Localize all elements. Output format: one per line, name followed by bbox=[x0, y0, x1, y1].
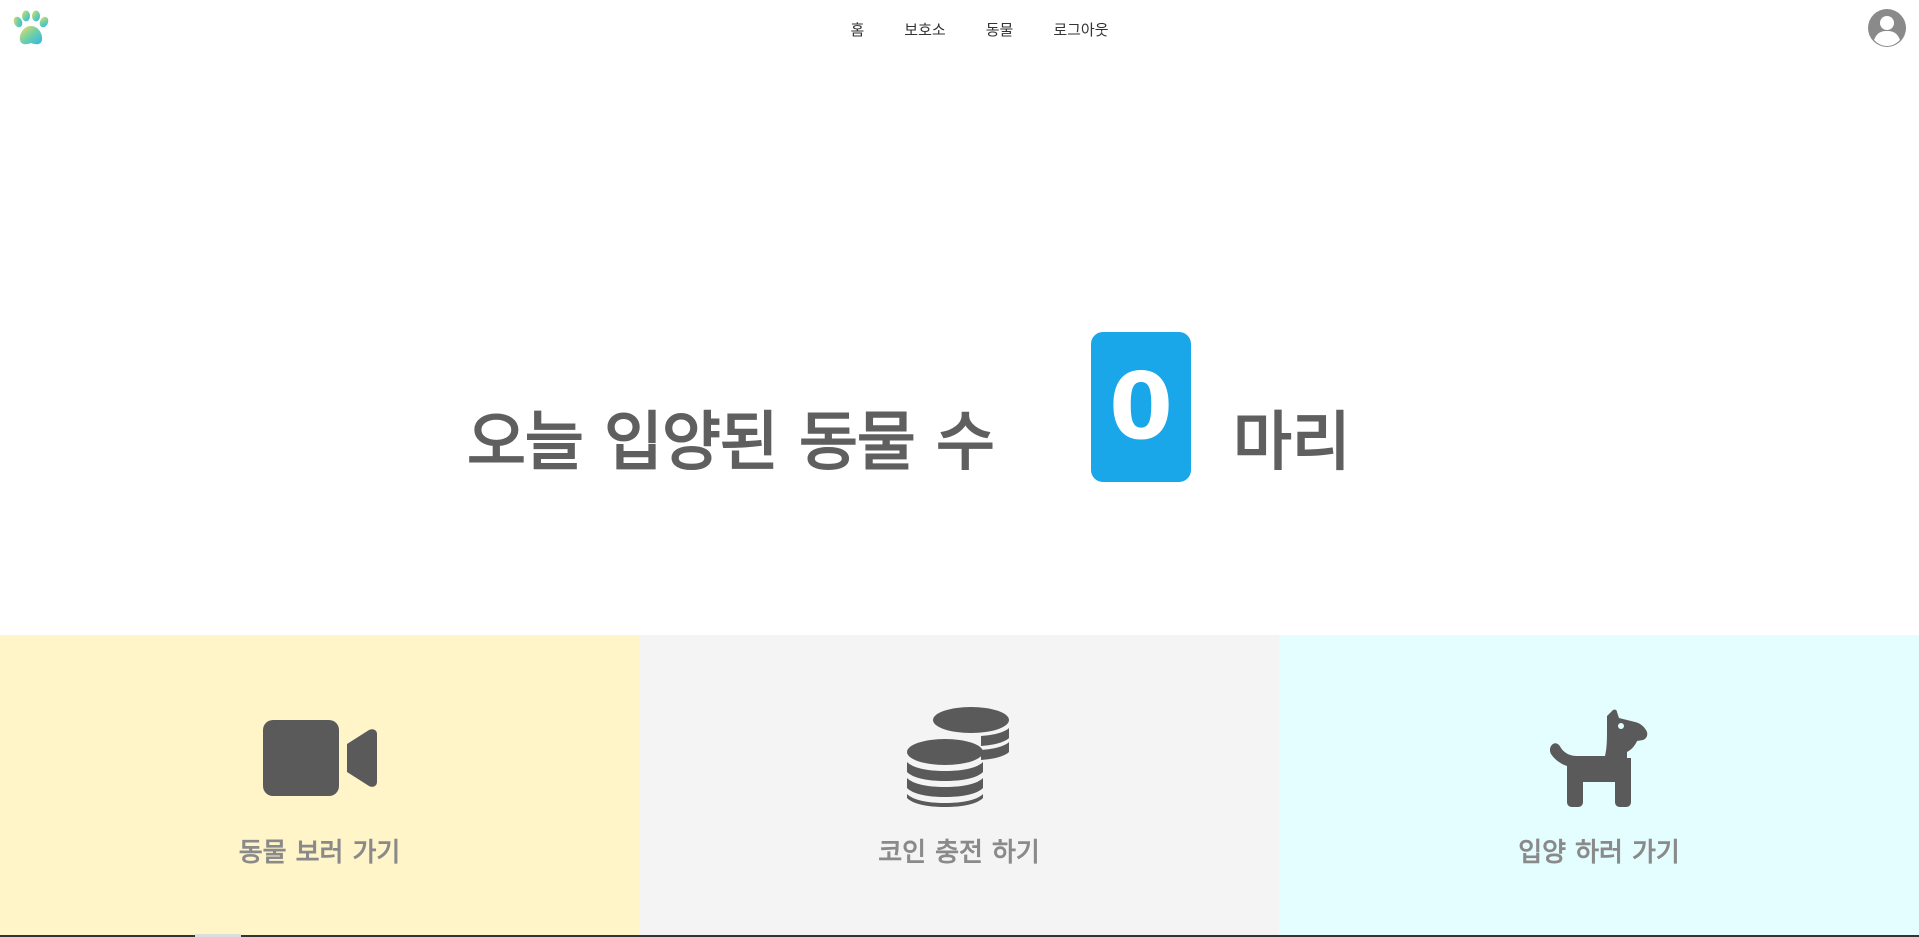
video-camera-icon bbox=[260, 705, 380, 810]
adoption-counter-box: 0 bbox=[1091, 332, 1191, 482]
paw-icon[interactable] bbox=[10, 8, 52, 50]
nav-item-shelter[interactable]: 보호소 bbox=[884, 17, 965, 43]
adoption-count-unit: 마리 bbox=[1233, 406, 1351, 480]
nav-item-logout[interactable]: 로그아웃 bbox=[1033, 17, 1128, 43]
top-navbar: 홈 보호소 동물 로그아웃 bbox=[0, 0, 1919, 58]
go-adopt-label: 입양 하러 가기 bbox=[1518, 838, 1680, 868]
adoption-count-label: 오늘 입양된 동물 수 bbox=[467, 406, 995, 480]
dog-icon bbox=[1539, 705, 1659, 810]
adoption-stat-hero: 오늘 입양된 동물 수 0 마리 bbox=[0, 58, 1919, 635]
charge-coins-card[interactable]: 코인 충전 하기 bbox=[639, 635, 1279, 937]
main-nav: 홈 보호소 동물 로그아웃 bbox=[0, 17, 1919, 43]
user-avatar-icon[interactable] bbox=[1867, 8, 1907, 48]
nav-item-home[interactable]: 홈 bbox=[830, 17, 884, 43]
go-adopt-card[interactable]: 입양 하러 가기 bbox=[1279, 635, 1919, 937]
charge-coins-label: 코인 충전 하기 bbox=[878, 838, 1040, 868]
action-cards: 동물 보러 가기 코인 충전 하기 입양 하러 가기 bbox=[0, 635, 1919, 937]
nav-item-animals[interactable]: 동물 bbox=[966, 17, 1034, 43]
coins-icon bbox=[899, 705, 1019, 810]
watch-animals-label: 동물 보러 가기 bbox=[238, 838, 401, 868]
page: 홈 보호소 동물 로그아웃 오늘 입양된 동물 수 0 마리 동물 보러 가기 … bbox=[0, 0, 1919, 937]
watch-animals-card[interactable]: 동물 보러 가기 bbox=[0, 635, 639, 937]
adoption-count-value: 0 bbox=[1108, 353, 1173, 460]
